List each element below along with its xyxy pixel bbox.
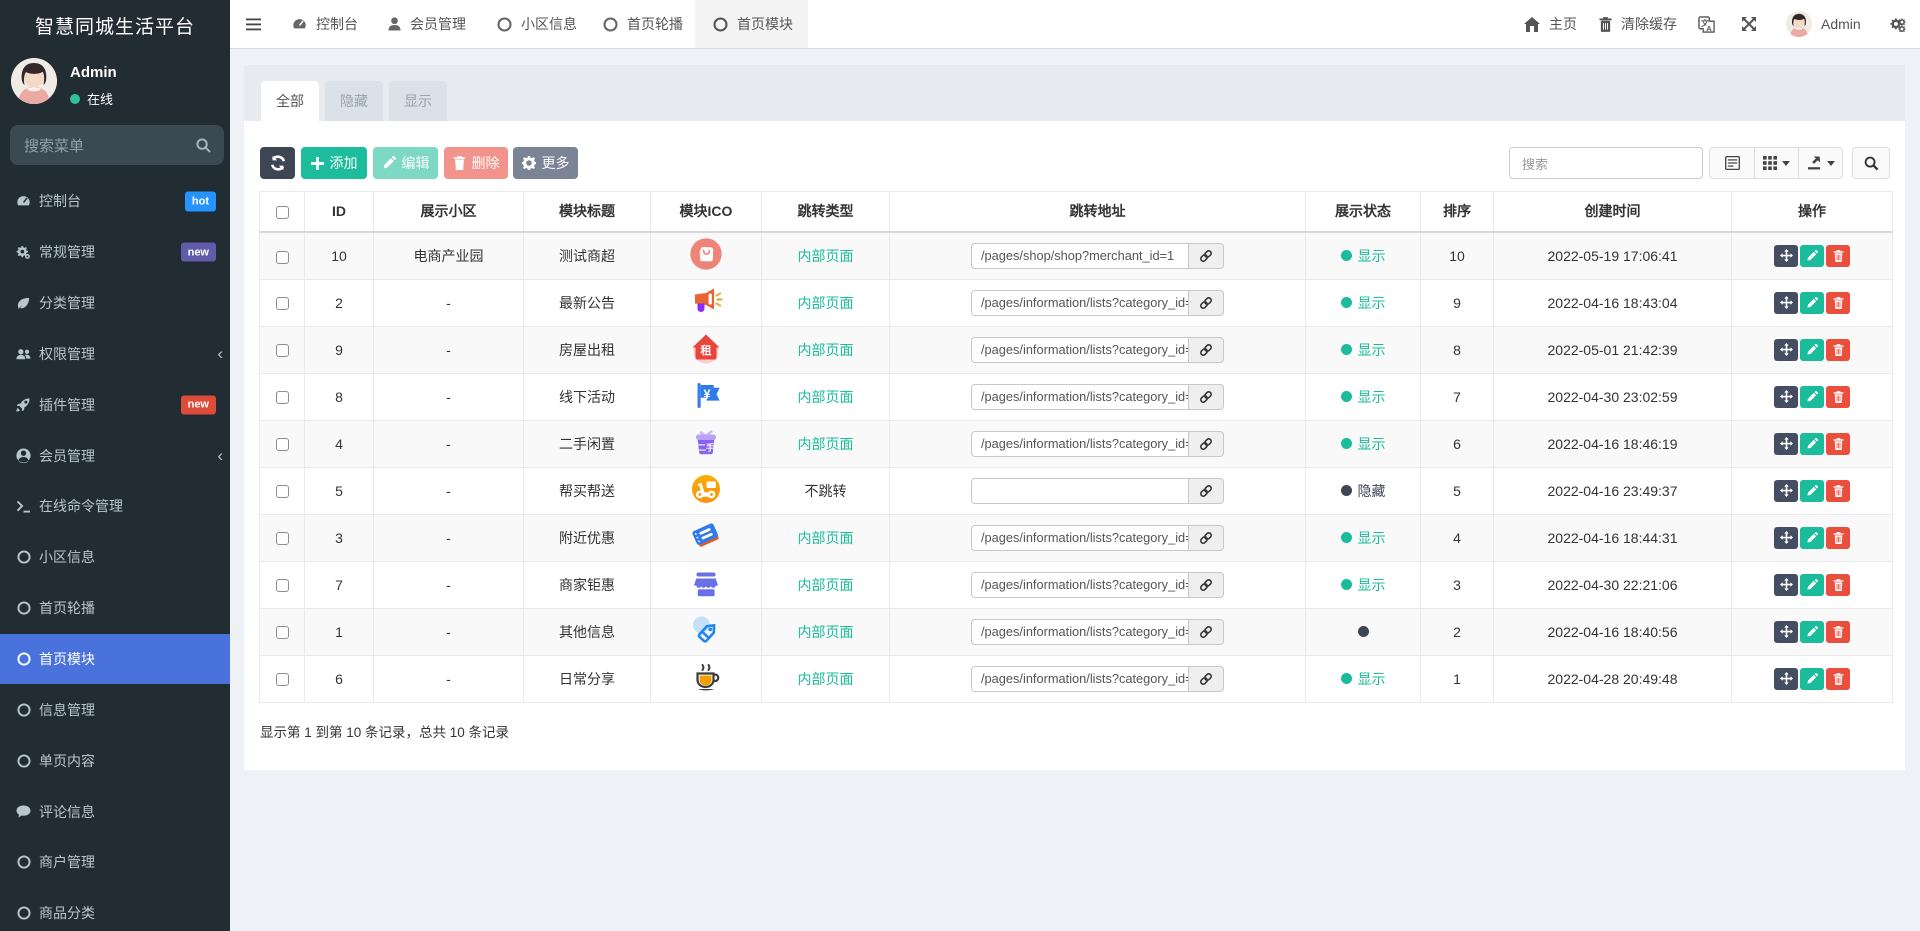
svg-text:二手: 二手 [697, 443, 715, 453]
svg-text:¥: ¥ [703, 387, 711, 402]
svg-text:A: A [1706, 23, 1712, 32]
svg-text:租: 租 [701, 344, 712, 357]
